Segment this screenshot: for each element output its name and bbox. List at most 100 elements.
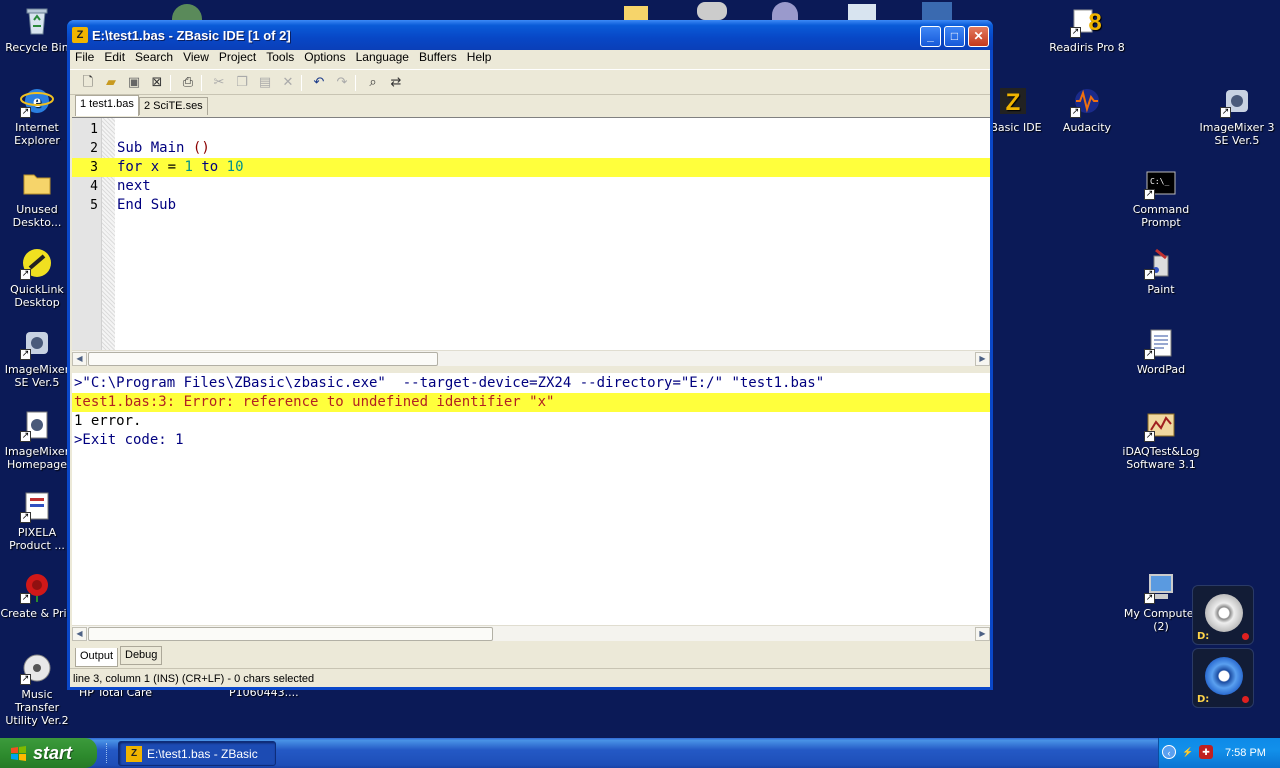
maximize-button[interactable]: □ xyxy=(944,26,965,47)
zbasic-app-icon[interactable]: Z xyxy=(72,27,88,43)
quicklink-icon: ↗ xyxy=(20,246,54,280)
menu-edit[interactable]: Edit xyxy=(99,47,130,64)
desktop-icon-label: QuickLink Desktop xyxy=(10,283,64,309)
undo-icon[interactable]: ↶ xyxy=(310,74,328,92)
desktop-icon-peek-globe[interactable] xyxy=(172,4,202,20)
new-file-icon[interactable]: 🗋 xyxy=(79,74,97,92)
desktop-icon-peek-search[interactable] xyxy=(848,4,876,20)
drive-label: D: xyxy=(1197,694,1210,705)
menu-project[interactable]: Project xyxy=(214,47,261,64)
code-keyword: for xyxy=(117,159,143,175)
tab-scite-ses[interactable]: 2 SciTE.ses xyxy=(139,97,208,115)
minimize-button[interactable]: _ xyxy=(920,26,941,47)
replace-icon[interactable]: ⇄ xyxy=(387,74,405,92)
code-keyword: Sub xyxy=(150,197,177,213)
desktop-icon-unused-desktop[interactable]: Unused Deskto... xyxy=(0,166,76,229)
menu-file[interactable]: File xyxy=(70,47,99,64)
desktop-icon-label: iDAQTest&Log Software 3.1 xyxy=(1122,445,1200,471)
close-file-icon[interactable]: ⊠ xyxy=(148,74,166,92)
menu-tools[interactable]: Tools xyxy=(261,47,299,64)
desktop-icon-music-transfer[interactable]: ↗ Music Transfer Utility Ver.2 xyxy=(0,651,76,727)
desktop-icon-my-computer[interactable]: ↗ My Computer (2) xyxy=(1122,570,1200,633)
toolbar-separator xyxy=(201,75,202,91)
desktop-icon-label: Command Prompt xyxy=(1132,203,1190,229)
close-button[interactable]: ✕ xyxy=(968,26,989,47)
desktop-icon-label: ImageMixer SE Ver.5 xyxy=(4,363,70,389)
redo-icon[interactable]: ↷ xyxy=(333,74,351,92)
desktop-icon-label: Music Transfer Utility Ver.2 xyxy=(5,688,69,727)
menu-view[interactable]: View xyxy=(178,47,214,64)
code-editor[interactable]: 1 2 Sub Main () 3 for x = 1 to 10 4 next… xyxy=(72,117,990,351)
desktop-icon-imagemixer-homepage[interactable]: ↗ ImageMixer Homepage xyxy=(0,408,76,471)
output-error-line[interactable]: test1.bas:3: Error: reference to undefin… xyxy=(72,393,990,412)
scroll-left-arrow-icon[interactable]: ◀ xyxy=(72,627,87,641)
editor-horizontal-scrollbar[interactable]: ◀ ▶ xyxy=(72,350,990,366)
save-icon[interactable]: ▣ xyxy=(125,74,143,92)
desktop-icon-imagemixer[interactable]: ↗ ImageMixer SE Ver.5 xyxy=(0,326,76,389)
desktop-icon-idaq[interactable]: ↗ iDAQTest&Log Software 3.1 xyxy=(1122,408,1200,471)
open-file-icon[interactable]: ▰ xyxy=(102,74,120,92)
editor-line: 5 End Sub xyxy=(72,196,990,215)
toolbar-separator xyxy=(301,75,302,91)
desktop-icon-pixela[interactable]: ↗ PIXELA Product ... xyxy=(0,489,76,552)
desktop-icon-zbasic-ide[interactable]: Z Basic IDE xyxy=(988,84,1044,134)
cut-icon[interactable]: ✂ xyxy=(210,74,228,92)
scroll-thumb[interactable] xyxy=(88,627,493,641)
menu-bar: File Edit Search View Project Tools Options Lan… xyxy=(70,47,990,68)
desktop-icon-quicklink[interactable]: ↗ QuickLink Desktop xyxy=(0,246,76,309)
desktop-icon-create-print[interactable]: ↗ Create & Prin xyxy=(0,570,76,620)
taskbar-item-zbasic[interactable]: Z E:\test1.bas - ZBasic ... xyxy=(118,741,276,768)
desktop-icon-paint[interactable]: ↗ Paint xyxy=(1122,246,1200,296)
find-icon[interactable]: ⌕ xyxy=(364,74,382,92)
rose-icon: ↗ xyxy=(20,570,54,604)
scroll-right-arrow-icon[interactable]: ▶ xyxy=(975,352,990,366)
drive-widget[interactable]: D: xyxy=(1192,648,1254,708)
menu-help[interactable]: Help xyxy=(462,47,497,64)
output-pane[interactable]: >"C:\Program Files\ZBasic\zbasic.exe" --… xyxy=(72,373,990,631)
menu-language[interactable]: Language xyxy=(351,47,414,64)
quick-launch-grip[interactable] xyxy=(106,743,109,763)
output-horizontal-scrollbar[interactable]: ◀ ▶ xyxy=(72,625,990,641)
desktop-icon-command-prompt[interactable]: C:\_ ↗ Command Prompt xyxy=(1122,166,1200,229)
imagemixer-homepage-icon: ↗ xyxy=(20,408,54,442)
desktop-icon-peek-disc[interactable] xyxy=(772,2,798,20)
paste-icon[interactable]: ▤ xyxy=(256,74,274,92)
copy-icon[interactable]: ❐ xyxy=(233,74,251,92)
desktop-icon-internet-explorer[interactable]: e ↗ Internet Explorer xyxy=(0,84,76,147)
drive-widget[interactable]: D: xyxy=(1192,585,1254,645)
title-bar[interactable]: Z E:\test1.bas - ZBasic IDE [1 of 2] _ □… xyxy=(67,20,993,50)
svg-text:Z: Z xyxy=(1006,89,1021,116)
tab-output[interactable]: Output xyxy=(75,648,119,667)
scroll-left-arrow-icon[interactable]: ◀ xyxy=(72,352,87,366)
desktop-icon-label: ImageMixer Homepage xyxy=(4,445,70,471)
desktop-icon-peek-folder[interactable] xyxy=(624,6,648,20)
code-text: next xyxy=(117,177,151,196)
desktop-icon-recycle-bin[interactable]: Recycle Bin xyxy=(0,4,76,54)
menu-options[interactable]: Options xyxy=(299,47,350,64)
paint-icon: ↗ xyxy=(1144,246,1178,280)
desktop-icon-label: Basic IDE xyxy=(990,121,1042,134)
desktop-icon-peek-app[interactable] xyxy=(697,2,727,20)
code-number: 10 xyxy=(226,159,244,175)
clock[interactable]: 7:58 PM xyxy=(1225,747,1266,759)
menu-buffers[interactable]: Buffers xyxy=(414,47,462,64)
tab-test1-bas[interactable]: 1 test1.bas xyxy=(75,95,139,116)
desktop-icon-audacity[interactable]: ↗ Audacity xyxy=(1048,84,1126,134)
scroll-thumb[interactable] xyxy=(88,352,438,366)
desktop-icon-wordpad[interactable]: ↗ WordPad xyxy=(1122,326,1200,376)
zbasic-ide-window: Z E:\test1.bas - ZBasic IDE [1 of 2] _ □… xyxy=(67,20,993,690)
desktop-icon-peek-contact[interactable] xyxy=(922,2,952,20)
tray-expand-icon[interactable]: ‹ xyxy=(1162,745,1176,759)
start-button[interactable]: start xyxy=(0,738,97,768)
network-icon[interactable]: ⚡ xyxy=(1181,745,1195,759)
security-shield-icon[interactable]: ✚ xyxy=(1199,745,1213,759)
output-summary-line: 1 error. xyxy=(74,413,142,429)
tab-debug[interactable]: Debug xyxy=(120,646,163,665)
menu-search[interactable]: Search xyxy=(130,47,178,64)
desktop-icon-readiris[interactable]: 8 ↗ Readiris Pro 8 xyxy=(1048,4,1126,54)
print-icon[interactable]: ⎙ xyxy=(179,74,197,92)
desktop-icon-imagemixer3[interactable]: ↗ ImageMixer 3 SE Ver.5 xyxy=(1198,84,1276,147)
scroll-right-arrow-icon[interactable]: ▶ xyxy=(975,627,990,641)
delete-icon[interactable]: ✕ xyxy=(279,74,297,92)
